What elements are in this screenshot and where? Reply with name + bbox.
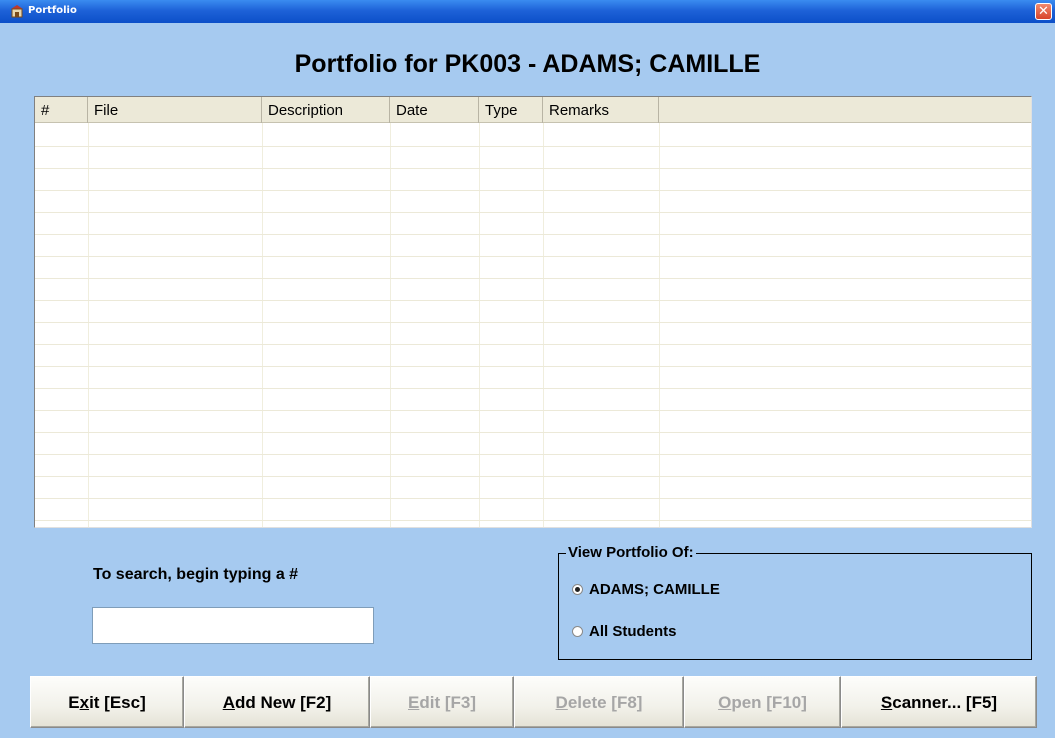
row-divider [35, 168, 1031, 169]
button-label-accelerator: A [222, 693, 235, 712]
search-label: To search, begin typing a # [93, 566, 299, 583]
button-label: pen [F10] [731, 693, 807, 712]
column-divider [390, 123, 391, 527]
app-icon [11, 5, 23, 18]
button-label-accelerator: D [555, 693, 568, 712]
column-divider [479, 123, 480, 527]
window-title: Portfolio [28, 5, 77, 16]
button-bar: Exit [Esc] Add New [F2] Edit [F3] Delete… [0, 676, 1055, 738]
column-header-remarks[interactable]: Remarks [543, 97, 659, 123]
column-header-number[interactable]: # [35, 97, 88, 123]
row-divider [35, 322, 1031, 323]
radio-label: ADAMS; CAMILLE [589, 581, 720, 598]
row-divider [35, 300, 1031, 301]
row-divider [35, 432, 1031, 433]
close-button[interactable]: ✕ [1035, 3, 1052, 20]
radio-option-all-students[interactable]: All Students [572, 623, 677, 640]
row-divider [35, 234, 1031, 235]
row-divider [35, 388, 1031, 389]
button-label: it [Esc] [89, 693, 146, 712]
portfolio-window: Portfolio ✕ Portfolio for PK003 - ADAMS;… [0, 0, 1055, 738]
column-header-type[interactable]: Type [479, 97, 543, 123]
row-divider [35, 410, 1031, 411]
row-divider [35, 476, 1031, 477]
portfolio-table[interactable]: # File Description Date Type Remarks [34, 96, 1032, 528]
row-divider [35, 146, 1031, 147]
table-header: # File Description Date Type Remarks [35, 97, 1031, 123]
row-divider [35, 212, 1031, 213]
column-divider [659, 123, 660, 527]
row-divider [35, 256, 1031, 257]
edit-button[interactable]: Edit [F3] [370, 676, 514, 728]
column-divider [88, 123, 89, 527]
button-label: dit [F3] [419, 693, 476, 712]
button-label-accelerator: E [408, 693, 420, 712]
title-bar[interactable]: Portfolio ✕ [0, 0, 1055, 23]
button-label: canner... [F5] [892, 693, 998, 712]
column-header-description[interactable]: Description [262, 97, 390, 123]
page-title: Portfolio for PK003 - ADAMS; CAMILLE [294, 50, 761, 78]
row-divider [35, 344, 1031, 345]
button-label-accelerator: O [718, 693, 732, 712]
radio-option-current-student[interactable]: ADAMS; CAMILLE [572, 581, 720, 598]
column-divider [543, 123, 544, 527]
delete-button[interactable]: Delete [F8] [514, 676, 684, 728]
view-portfolio-groupbox [558, 553, 1032, 660]
button-label-accelerator: x [79, 693, 90, 712]
row-divider [35, 454, 1031, 455]
scanner-button[interactable]: Scanner... [F5] [841, 676, 1037, 728]
view-portfolio-title: View Portfolio Of: [566, 544, 696, 561]
row-divider [35, 366, 1031, 367]
row-divider [35, 190, 1031, 191]
button-label: elete [F8] [567, 693, 643, 712]
column-divider [262, 123, 263, 527]
column-header-date[interactable]: Date [390, 97, 479, 123]
open-button[interactable]: Open [F10] [684, 676, 841, 728]
button-label: dd New [F2] [234, 693, 332, 712]
row-divider [35, 278, 1031, 279]
row-divider [35, 498, 1031, 499]
radio-label: All Students [589, 623, 677, 640]
column-header-filler [659, 97, 1031, 123]
exit-button[interactable]: Exit [Esc] [30, 676, 184, 728]
search-input[interactable] [92, 607, 374, 644]
close-icon: ✕ [1038, 4, 1049, 19]
radio-checked-icon[interactable] [572, 584, 583, 595]
button-label-accelerator: S [880, 693, 893, 712]
column-header-file[interactable]: File [88, 97, 262, 123]
button-label: E [68, 693, 80, 712]
add-new-button[interactable]: Add New [F2] [184, 676, 370, 728]
row-divider [35, 520, 1031, 521]
radio-unchecked-icon[interactable] [572, 626, 583, 637]
